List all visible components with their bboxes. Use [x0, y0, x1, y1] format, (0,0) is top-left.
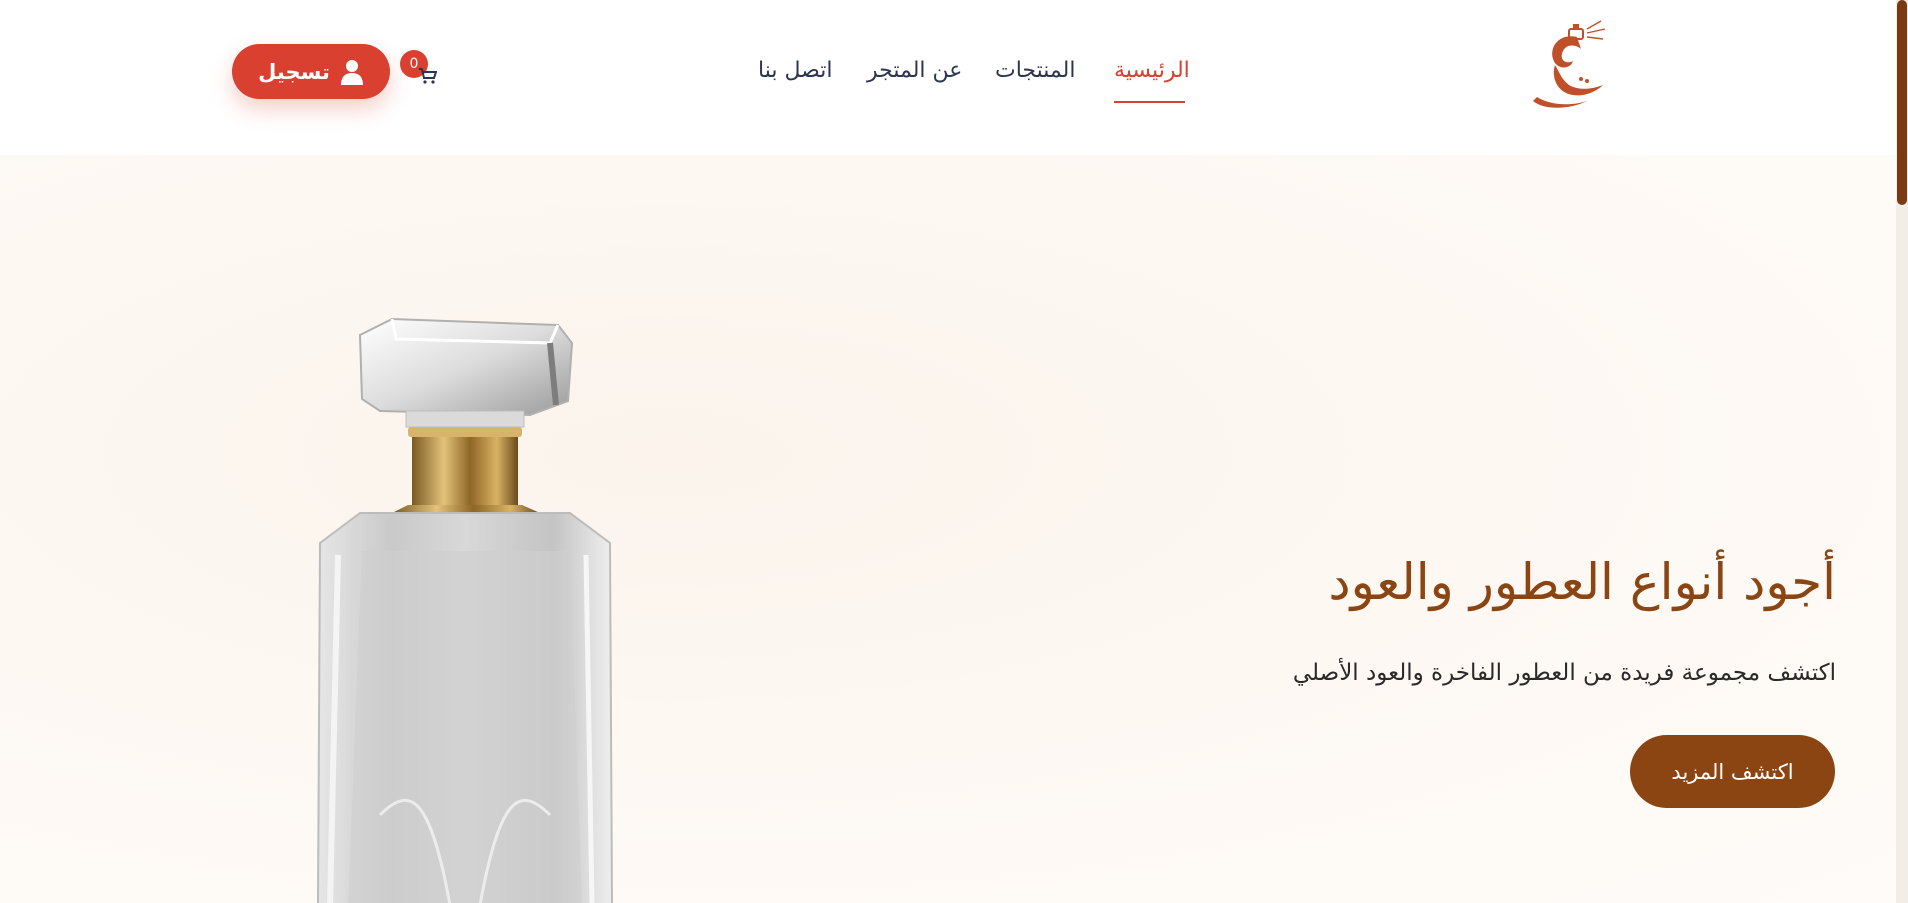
scrollbar-thumb[interactable] [1897, 0, 1907, 205]
login-label: تسجيل [258, 59, 330, 84]
site-header: تسجيل 0 الرئيسية المنتجات عن المتجر اتصل… [0, 0, 1908, 155]
hero-section: أجود أنواع العطور والعود اكتشف مجموعة فر… [0, 155, 1908, 903]
discover-more-button[interactable]: اكتشف المزيد [1630, 735, 1835, 808]
cart-button[interactable]: 0 [398, 48, 438, 88]
cart-icon [419, 68, 437, 84]
nav-active-underline [1114, 101, 1185, 103]
logo-icon[interactable] [1525, 15, 1615, 111]
nav-item-about[interactable]: عن المتجر [867, 58, 962, 83]
hero-subtitle: اكتشف مجموعة فريدة من العطور الفاخرة وال… [1292, 660, 1836, 686]
nav-item-products[interactable]: المنتجات [995, 58, 1075, 83]
nav-item-contact[interactable]: اتصل بنا [758, 58, 832, 83]
nav-item-home[interactable]: الرئيسية [1114, 58, 1190, 83]
hero-title: أجود أنواع العطور والعود [1328, 553, 1836, 611]
login-button[interactable]: تسجيل [232, 44, 390, 99]
user-icon [340, 59, 363, 85]
perfume-bottle-image [317, 317, 613, 903]
